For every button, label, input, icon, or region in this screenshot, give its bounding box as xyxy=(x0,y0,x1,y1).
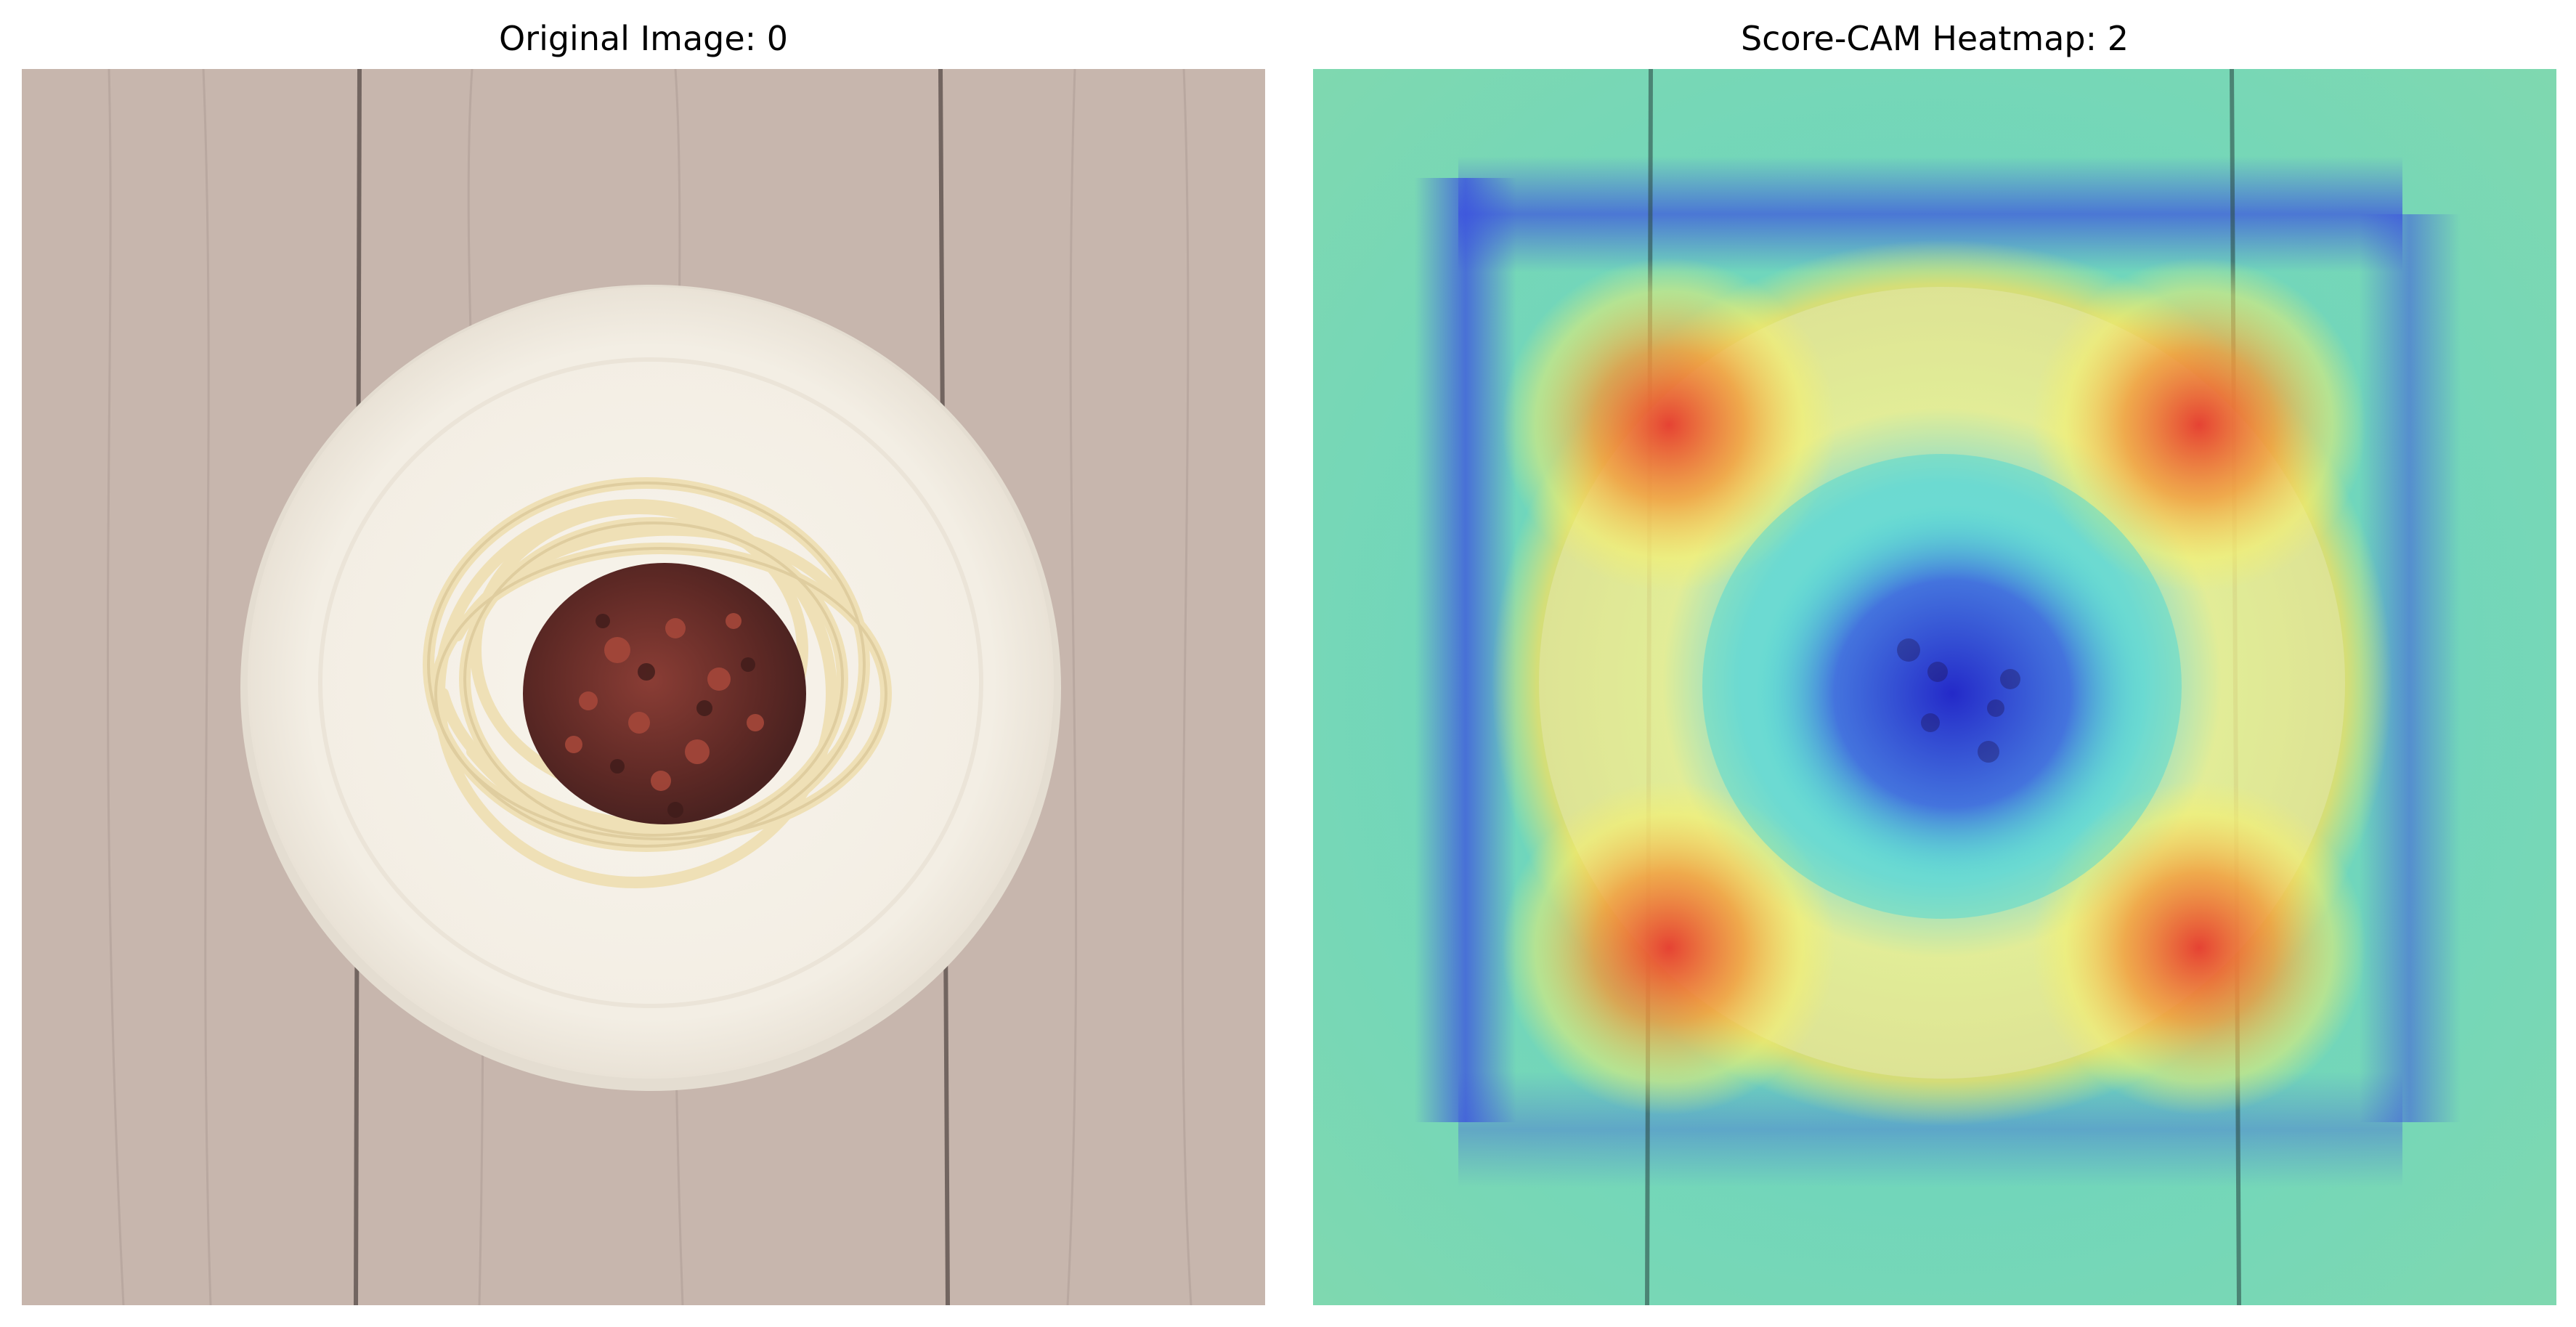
heatmap-title: Score-CAM Heatmap: 2 xyxy=(1740,19,2129,58)
original-image-panel: Original Image: 0 xyxy=(22,0,1265,1327)
heatmap-image xyxy=(1313,69,2556,1305)
original-image-title: Original Image: 0 xyxy=(498,19,789,58)
original-image xyxy=(22,69,1265,1305)
heatmap-panel: Score-CAM Heatmap: 2 xyxy=(1313,0,2556,1327)
